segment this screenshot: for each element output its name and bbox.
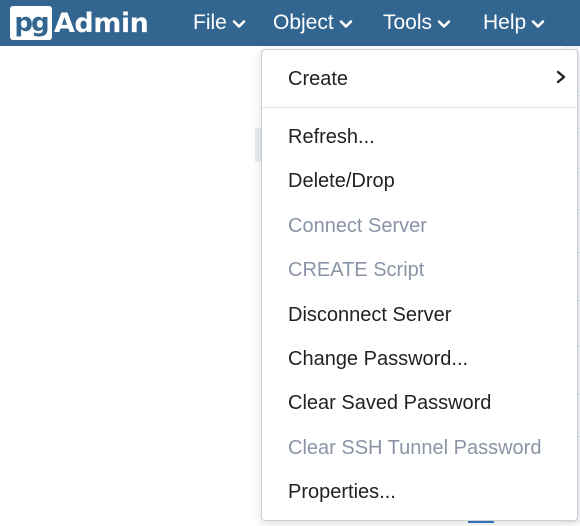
menu-item-create-script[interactable]: CREATE Script (288, 258, 424, 282)
menu-item-delete-drop[interactable]: Delete/Drop (288, 169, 395, 193)
menu-item-clear-saved-password[interactable]: Clear Saved Password (288, 391, 491, 415)
menu-item-connect-server[interactable]: Connect Server (288, 214, 427, 238)
object-dropdown-menu: Create Refresh... Delete/Drop Connect Se… (261, 49, 578, 521)
menu-help-label: Help (483, 11, 527, 34)
menu-object-label: Object (273, 11, 334, 34)
pgadmin-logo[interactable]: pg Admin (10, 6, 149, 40)
menu-item-clear-ssh-tunnel-password[interactable]: Clear SSH Tunnel Password (288, 436, 541, 460)
chevron-down-icon (437, 17, 451, 31)
menu-file-label: File (193, 11, 227, 34)
chevron-down-icon (531, 17, 545, 31)
menu-item-properties[interactable]: Properties... (288, 480, 396, 504)
logo-box: pg (10, 6, 52, 40)
chevron-right-icon (556, 70, 566, 84)
menu-help[interactable]: Help (483, 0, 545, 46)
menu-tools-label: Tools (383, 11, 433, 34)
logo-text: Admin (54, 7, 149, 39)
menu-item-create-label: Create (288, 68, 349, 90)
chevron-down-icon (339, 17, 353, 31)
menu-item-disconnect-server[interactable]: Disconnect Server (288, 303, 451, 327)
menu-object[interactable]: Object (273, 0, 353, 46)
menu-divider (262, 107, 577, 108)
menu-item-create[interactable]: Create (288, 67, 568, 91)
menu-tools[interactable]: Tools (383, 0, 451, 46)
menu-item-change-password[interactable]: Change Password... (288, 347, 468, 371)
chevron-down-icon (232, 17, 246, 31)
navbar: pg Admin File Object Tools Help (0, 0, 580, 46)
menu-file[interactable]: File (193, 0, 246, 46)
menu-item-refresh[interactable]: Refresh... (288, 125, 375, 149)
